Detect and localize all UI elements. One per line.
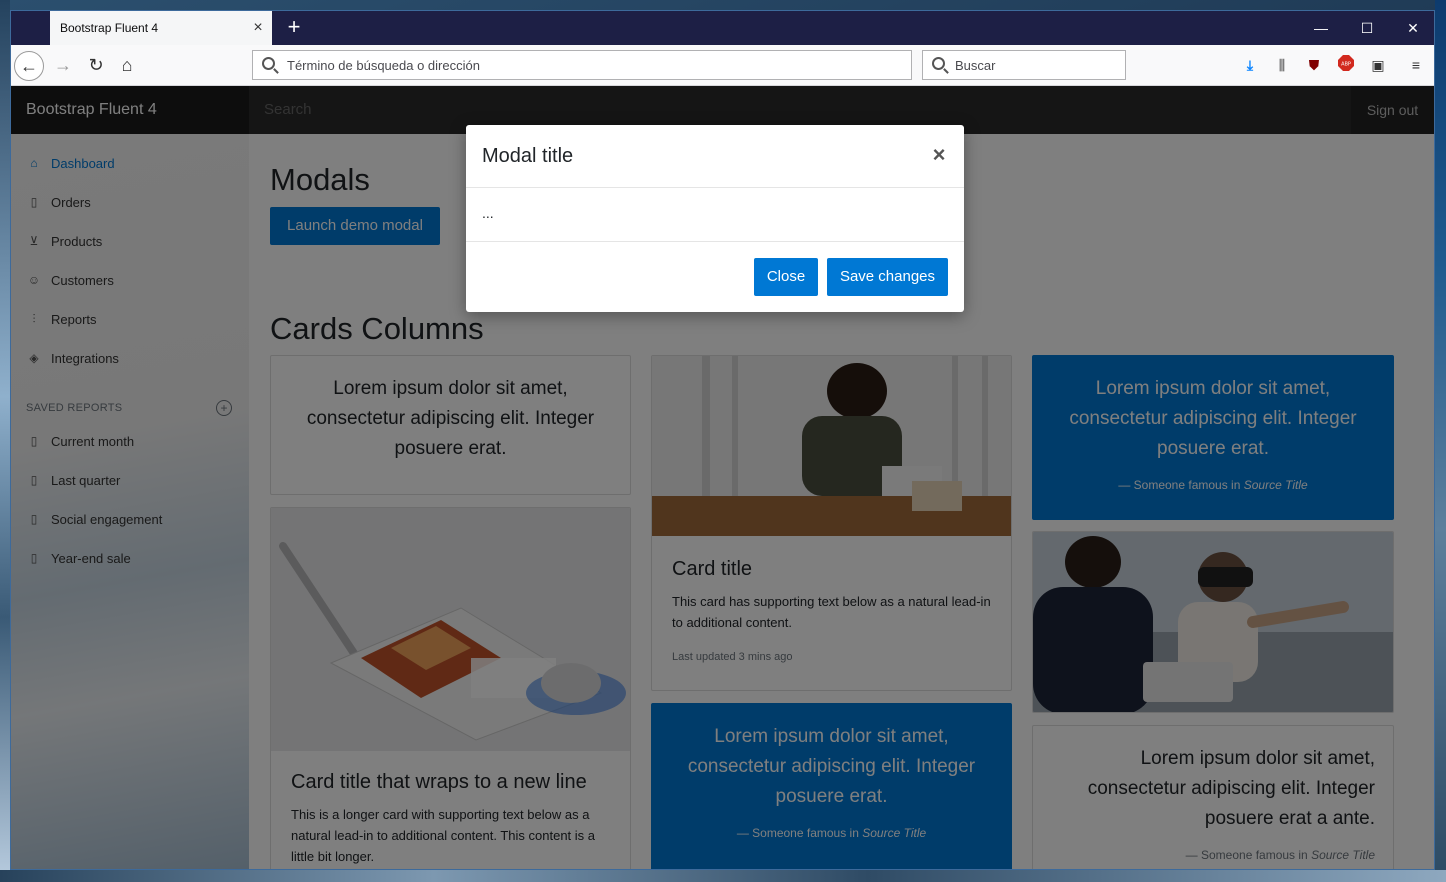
web-page: Bootstrap Fluent 4 Search Sign out ⌂ Das… [11, 86, 1434, 869]
forward-arrow-icon[interactable]: → [48, 51, 78, 81]
browser-toolbar: ← → ↻ ⌂ Término de búsqueda o dirección … [11, 45, 1434, 86]
back-arrow-icon[interactable]: ← [14, 51, 44, 81]
search-placeholder: Buscar [955, 57, 996, 73]
browser-search-input[interactable]: Buscar [922, 50, 1126, 80]
desktop-wallpaper-left [0, 0, 10, 882]
browser-tab[interactable]: Bootstrap Fluent 4 × [50, 11, 272, 45]
home-icon[interactable]: ⌂ [112, 51, 142, 81]
close-button[interactable]: Close [754, 258, 818, 296]
titlebar: Bootstrap Fluent 4 × + — ☐ ✕ [11, 11, 1434, 45]
close-icon[interactable]: × [928, 143, 950, 167]
tab-close-icon[interactable]: × [250, 20, 266, 36]
modal-title: Modal title [482, 145, 574, 167]
close-window-icon[interactable]: ✕ [1390, 11, 1434, 45]
save-changes-button[interactable]: Save changes [827, 258, 948, 296]
desktop-wallpaper-right [1435, 0, 1446, 882]
modal-header: Modal title × [466, 125, 964, 188]
svg-text:ABP: ABP [1341, 62, 1351, 68]
new-tab-icon[interactable]: + [282, 16, 306, 40]
tab-title: Bootstrap Fluent 4 [60, 21, 159, 35]
modal-footer: Close Save changes [466, 241, 964, 312]
sidebar-toggle-icon[interactable]: ▣ [1368, 55, 1388, 75]
browser-window: Bootstrap Fluent 4 × + — ☐ ✕ ← → ↻ ⌂ Tér… [10, 10, 1435, 870]
minimize-icon[interactable]: — [1298, 11, 1344, 45]
maximize-icon[interactable]: ☐ [1344, 11, 1390, 45]
reload-icon[interactable]: ↻ [81, 51, 111, 81]
modal-body: ... [482, 205, 494, 221]
search-icon [262, 57, 275, 70]
search-icon [932, 57, 945, 70]
library-icon[interactable]: ⫼ [1272, 55, 1292, 75]
ublock-icon[interactable]: ⛊ [1304, 55, 1324, 75]
download-icon[interactable]: ⤓ [1240, 55, 1260, 75]
menu-icon[interactable]: ≡ [1406, 55, 1426, 75]
url-bar[interactable]: Término de búsqueda o dirección [252, 50, 912, 80]
desktop-wallpaper-bottom [0, 870, 1446, 882]
modal-dialog: Modal title × ... Close Save changes [466, 125, 964, 312]
adblock-icon[interactable]: ABP [1336, 55, 1356, 75]
url-placeholder: Término de búsqueda o dirección [287, 57, 480, 73]
